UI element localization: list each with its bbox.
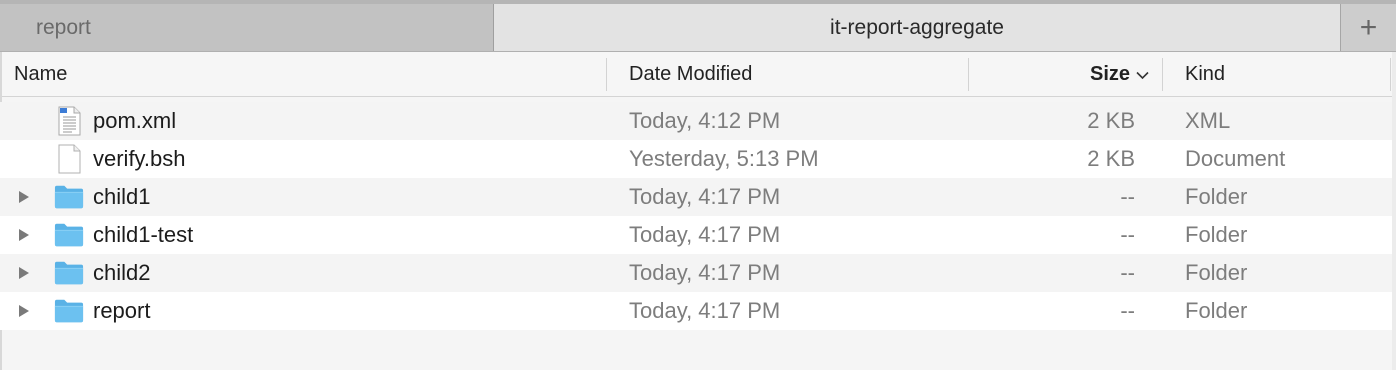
column-kind-label: Kind bbox=[1185, 63, 1226, 85]
scrollbar-track[interactable] bbox=[1392, 52, 1396, 370]
folder-icon bbox=[54, 216, 84, 254]
column-name-label: Name bbox=[14, 63, 68, 85]
new-tab-button[interactable]: + bbox=[1341, 4, 1396, 51]
file-kind: Folder bbox=[1185, 260, 1248, 285]
disclosure-triangle-icon[interactable] bbox=[18, 254, 32, 292]
column-date-label: Date Modified bbox=[629, 63, 753, 85]
column-header-date-modified[interactable]: Date Modified bbox=[629, 52, 752, 97]
column-size-label: Size bbox=[1090, 63, 1131, 85]
file-name: pom.xml bbox=[93, 108, 177, 133]
column-header-size[interactable]: Size bbox=[1090, 52, 1149, 97]
file-date-modified: Today, 4:17 PM bbox=[629, 184, 781, 209]
file-kind: XML bbox=[1185, 108, 1231, 133]
folder-icon bbox=[54, 254, 84, 292]
disclosure-triangle-icon[interactable] bbox=[18, 216, 32, 254]
file-date-modified: Today, 4:12 PM bbox=[629, 108, 781, 133]
disclosure-triangle-icon[interactable] bbox=[18, 178, 32, 216]
column-divider bbox=[1390, 58, 1391, 91]
tab-it-report-aggregate[interactable]: it-report-aggregate bbox=[494, 4, 1341, 51]
column-divider[interactable] bbox=[606, 58, 607, 91]
file-row[interactable]: report Today, 4:17 PM -- Folder bbox=[0, 292, 1392, 330]
file-row[interactable]: verify.bsh Yesterday, 5:13 PM 2 KB Document bbox=[0, 140, 1392, 178]
file-date-modified: Today, 4:17 PM bbox=[629, 222, 781, 247]
file-name: report bbox=[93, 298, 151, 323]
folder-icon bbox=[54, 178, 84, 216]
file-date-modified: Today, 4:17 PM bbox=[629, 260, 781, 285]
file-name: verify.bsh bbox=[93, 146, 186, 171]
file-row[interactable]: child1-test Today, 4:17 PM -- Folder bbox=[0, 216, 1392, 254]
column-header: Name Date Modified Size Kind bbox=[0, 52, 1396, 97]
column-divider[interactable] bbox=[968, 58, 969, 91]
file-date-modified: Today, 4:17 PM bbox=[629, 298, 781, 323]
disclosure-triangle-icon[interactable] bbox=[18, 292, 32, 330]
file-kind: Folder bbox=[1185, 222, 1248, 247]
file-size: -- bbox=[1120, 222, 1135, 247]
file-size: -- bbox=[1120, 260, 1135, 285]
file-size: -- bbox=[1120, 298, 1135, 323]
document-icon bbox=[54, 140, 84, 178]
column-header-name[interactable]: Name bbox=[14, 52, 67, 97]
xml-file-icon bbox=[54, 102, 84, 140]
column-divider[interactable] bbox=[1162, 58, 1163, 91]
file-kind: Document bbox=[1185, 146, 1286, 171]
tab-report[interactable]: report bbox=[0, 4, 494, 51]
file-name: child2 bbox=[93, 260, 151, 285]
file-name: child1-test bbox=[93, 222, 194, 247]
column-header-kind[interactable]: Kind bbox=[1185, 52, 1225, 97]
file-row[interactable]: child2 Today, 4:17 PM -- Folder bbox=[0, 254, 1392, 292]
file-kind: Folder bbox=[1185, 298, 1248, 323]
file-size: 2 KB bbox=[1087, 146, 1135, 171]
file-size: -- bbox=[1120, 184, 1135, 209]
folder-icon bbox=[54, 292, 84, 330]
file-list: pom.xml Today, 4:12 PM 2 KB XML verify.bsh Ye… bbox=[0, 102, 1392, 330]
chevron-down-icon bbox=[1136, 67, 1149, 83]
file-name: child1 bbox=[93, 184, 151, 209]
tab-bar: report it-report-aggregate + bbox=[0, 0, 1396, 52]
file-row[interactable]: pom.xml Today, 4:12 PM 2 KB XML bbox=[0, 102, 1392, 140]
file-date-modified: Yesterday, 5:13 PM bbox=[629, 146, 819, 171]
file-kind: Folder bbox=[1185, 184, 1248, 209]
file-size: 2 KB bbox=[1087, 108, 1135, 133]
file-row[interactable]: child1 Today, 4:17 PM -- Folder bbox=[0, 178, 1392, 216]
